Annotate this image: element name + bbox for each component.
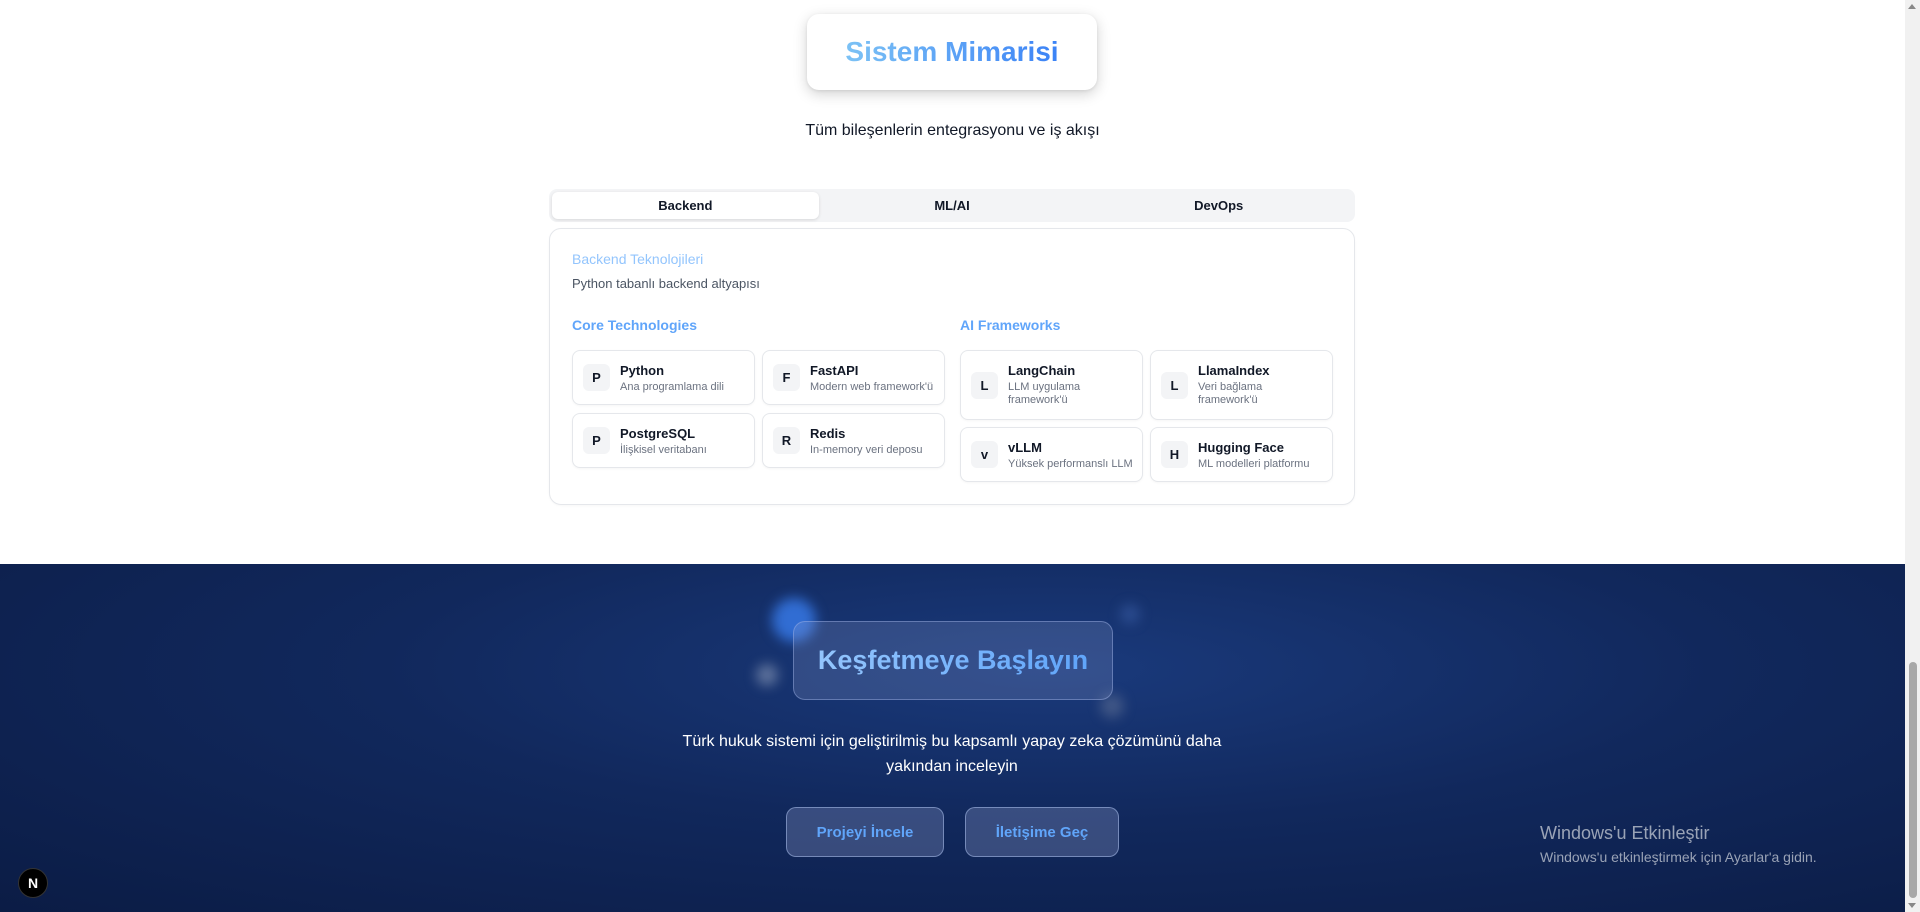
tech-card-redis: R Redis In-memory veri deposu [762, 413, 945, 468]
page-scrollbar[interactable] [1905, 0, 1920, 912]
view-project-button[interactable]: Projeyi İncele [786, 807, 944, 857]
tech-desc: Veri bağlama framework'ü [1198, 381, 1263, 406]
scroll-thumb[interactable] [1909, 662, 1917, 898]
page: Sistem Mimarisi Tüm bileşenlerin entegra… [0, 0, 1905, 912]
section-title: Sistem Mimarisi [845, 36, 1059, 67]
tech-desc: ML modelleri platformu [1198, 458, 1310, 470]
tech-name: LangChain [1008, 363, 1076, 378]
tech-name: vLLM [1008, 440, 1042, 455]
tech-name: Python [620, 363, 665, 378]
group-title-ai: AI Frameworks [960, 317, 1061, 333]
tech-desc: LLM uygulama framework'ü [1008, 381, 1081, 406]
tech-panel: Backend Teknolojileri Python tabanlı bac… [549, 228, 1355, 505]
llamaindex-badge: L [1161, 372, 1188, 399]
vllm-badge: v [971, 441, 998, 468]
glow-dot [1120, 604, 1140, 624]
tab-ml-ai[interactable]: ML/AI [819, 192, 1086, 219]
tech-card-hugging-face: H Hugging Face ML modelleri platformu [1150, 427, 1333, 482]
cta-title-card: Keşfetmeye Başlayın [793, 621, 1113, 700]
tech-name: PostgreSQL [620, 426, 696, 441]
tech-name: Hugging Face [1198, 440, 1284, 455]
tech-name: Redis [810, 426, 846, 441]
tech-tabs: Backend ML/AI DevOps [549, 189, 1355, 222]
tech-desc: Ana programlama dili [620, 381, 724, 393]
cta-section: Keşfetmeye Başlayın Türk hukuk sistemi i… [0, 564, 1905, 912]
tab-backend[interactable]: Backend [552, 192, 819, 219]
tech-desc: Modern web framework'ü [810, 381, 934, 393]
section-subtitle: Tüm bileşenlerin entegrasyonu ve iş akış… [805, 122, 1100, 139]
tech-card-llamaindex: L LlamaIndex Veri bağlama framework'ü [1150, 350, 1333, 420]
scroll-down-arrow-icon[interactable] [1908, 903, 1916, 908]
panel-title: Backend Teknolojileri [572, 251, 704, 267]
hugging-face-badge: H [1161, 441, 1188, 468]
nextjs-dev-icon[interactable]: N [18, 868, 48, 898]
group-title-core: Core Technologies [572, 317, 697, 333]
tech-desc: İlişkisel veritabanı [620, 444, 707, 456]
langchain-badge: L [971, 372, 998, 399]
tech-name: FastAPI [810, 363, 859, 378]
glow-dot [756, 664, 778, 686]
tab-devops[interactable]: DevOps [1085, 192, 1352, 219]
scroll-up-arrow-icon[interactable] [1908, 4, 1916, 9]
tech-card-vllm: v vLLM Yüksek performanslı LLM [960, 427, 1143, 482]
panel-description: Python tabanlı backend altyapısı [572, 276, 760, 291]
redis-badge: R [773, 427, 800, 454]
postgresql-badge: P [583, 427, 610, 454]
python-badge: P [583, 364, 610, 391]
tech-card-postgresql: P PostgreSQL İlişkisel veritabanı [572, 413, 755, 468]
fastapi-badge: F [773, 364, 800, 391]
tech-name: LlamaIndex [1198, 363, 1270, 378]
cta-title: Keşfetmeye Başlayın [817, 645, 1089, 675]
tech-card-fastapi: F FastAPI Modern web framework'ü [762, 350, 945, 405]
section-title-card: Sistem Mimarisi [807, 14, 1097, 90]
architecture-section: Sistem Mimarisi Tüm bileşenlerin entegra… [0, 0, 1905, 564]
cta-text: Türk hukuk sistemi için geliştirilmiş bu… [682, 733, 1222, 775]
windows-activation-title: Windows'u Etkinleştir [1540, 823, 1710, 843]
contact-button[interactable]: İletişime Geç [965, 807, 1119, 857]
windows-activation-subtitle: Windows'u etkinleştirmek için Ayarlar'a … [1540, 849, 1817, 865]
tech-card-python: P Python Ana programlama dili [572, 350, 755, 405]
tech-desc: In-memory veri deposu [810, 444, 923, 456]
tech-card-langchain: L LangChain LLM uygulama framework'ü [960, 350, 1143, 420]
tech-desc: Yüksek performanslı LLM [1008, 458, 1133, 470]
